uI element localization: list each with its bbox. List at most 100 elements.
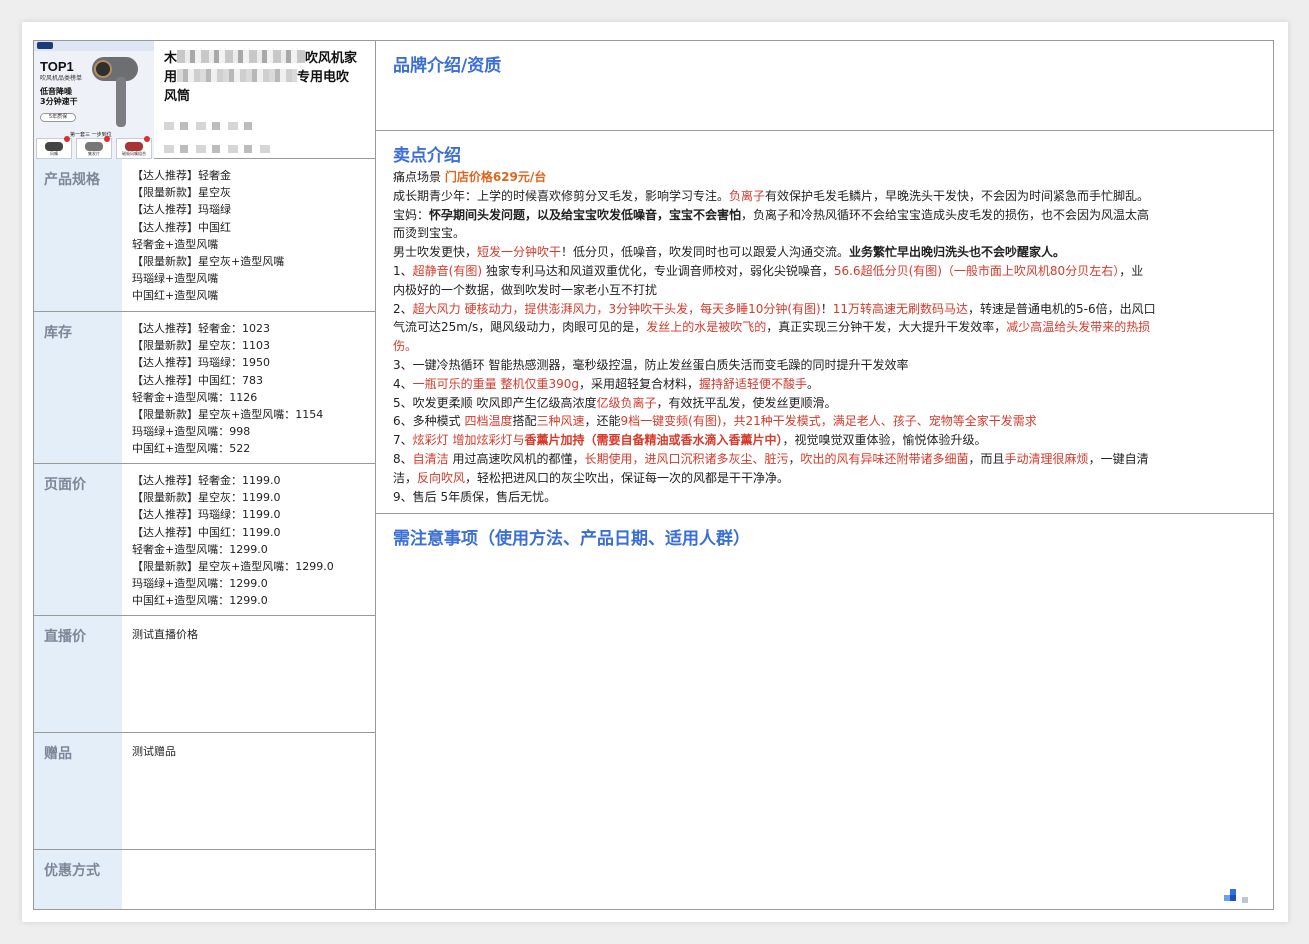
pixel-icon [1242, 897, 1248, 903]
spec-label: 页面价 [34, 464, 122, 615]
store-price: 门店价格629元/台 [444, 170, 547, 184]
text-run: 发丝上的水是被吹飞的 [646, 320, 767, 335]
spec-value: 【限量新款】星空灰：1103 [132, 339, 270, 353]
spec-label: 库存 [34, 312, 122, 463]
spec-value-list: 【达人推荐】轻奢金：1023 【限量新款】星空灰：1103 【达人推荐】玛瑙绿：… [132, 320, 372, 458]
spec-value: 【限量新款】星空灰：1199.0 [132, 491, 281, 505]
gift-box-icon [125, 142, 143, 151]
text-run: 有效保护毛发毛鳞片，早晚洗头干发快，不会因为时间紧急而手忙脚乱。 [765, 188, 1150, 203]
image-line-a: 吹风机品类榜单 [40, 75, 83, 82]
text-run: 11万转高速无刷数码马达 [832, 301, 969, 316]
content-line: 洁，反向吹风，轻松把进风口的灰尘吹出，保证每一次的风都是干干净净。 [393, 469, 1261, 488]
spec-value: 中国红+造型风嘴：522 [132, 442, 251, 456]
spec-label: 赠品 [34, 733, 122, 849]
content-line: 7、炫彩灯 增加炫彩灯与香薰片加持（需要自备精油或香水滴入香薰片中），视觉嗅觉双… [393, 431, 1261, 450]
spec-value: 【达人推荐】玛瑙绿 [132, 203, 231, 217]
content-line: 4、一瓶可乐的重量 整机仅重390g，采用超轻复合材料，握持舒适轻便不酸手。 [393, 375, 1261, 394]
content-line: 成长期青少年：上学的时候喜欢修剪分叉毛发，影响学习专注。负离子有效保护毛发毛鳞片… [393, 187, 1261, 206]
content-line: 伤。 [393, 339, 418, 354]
spec-label: 产品规格 [34, 159, 122, 311]
spec-value-list: 测试赠品 [132, 743, 372, 760]
thumbnail: 磁吸风嘴组合 [116, 136, 152, 159]
content-line: 6、多种模式 四档温度搭配三种风速，还能9档一键变频(有图)，共21种干发模式，… [393, 412, 1261, 431]
product-info-sheet: TOP1 吹风机品类榜单 低音降噪 3分钟速干 5年质保 第一套三 一步到位 风嘴… [33, 40, 1274, 910]
spec-value: 中国红+造型风嘴 [132, 289, 219, 303]
text-run: 反向吹风 [417, 470, 466, 485]
section-selling-points: 卖点介绍 痛点场景 门店价格629元/台 成长期青少年：上学的时候喜欢修剪分叉毛… [376, 131, 1273, 514]
dryer-nozzle-icon [94, 60, 112, 78]
spec-value: 玛瑙绿+造型风嘴：998 [132, 425, 251, 439]
spec-value: 轻奢金+造型风嘴：1126 [132, 390, 258, 404]
text-run: 四档温度 [464, 414, 513, 429]
spec-value: 中国红+造型风嘴：1299.0 [132, 594, 268, 608]
thumbnail-label: 集发片 [88, 151, 100, 156]
redacted-text [164, 122, 254, 130]
text-run: ，负离子和冷热风循环不会给宝宝造成头皮毛发的损伤，也不会因为风温太高 [741, 207, 1150, 222]
text-run: ，真正实现三分钟干发，大大提升干发效率， [766, 320, 1007, 335]
title-prefix: 用 [164, 70, 178, 85]
spec-value: 【达人推荐】中国红 [132, 220, 231, 234]
spec-row-discount: 优惠方式 [34, 850, 376, 909]
spec-row-stock: 库存 【达人推荐】轻奢金：1023 【限量新款】星空灰：1103 【达人推荐】玛… [34, 312, 376, 464]
content-line: 9、售后 5年质保，售后无忧。 [393, 489, 557, 504]
spec-value: 【达人推荐】玛瑙绿：1199.0 [132, 508, 281, 522]
image-top1-text: TOP1 [40, 59, 74, 74]
text-run: ，还能 [584, 414, 621, 429]
selling-points-content: 痛点场景 门店价格629元/台 成长期青少年：上学的时候喜欢修剪分叉毛发，影响学… [393, 168, 1261, 506]
spec-value: 【达人推荐】中国红：783 [132, 373, 263, 387]
spec-row-page-price: 页面价 【达人推荐】轻奢金：1199.0 【限量新款】星空灰：1199.0 【达… [34, 464, 376, 616]
text-run: 6、多种模式 [393, 414, 465, 429]
text-run: 搭配 [512, 414, 537, 429]
text-run: 超静音(有图) [412, 263, 483, 278]
product-image[interactable]: TOP1 吹风机品类榜单 低音降噪 3分钟速干 5年质保 第一套三 一步到位 风嘴… [34, 41, 154, 159]
nozzle-icon [45, 142, 63, 151]
redacted-text [164, 145, 276, 153]
spec-value: 【达人推荐】轻奢金：1023 [132, 322, 270, 335]
text-run: 成长期青少年：上学的时候喜欢修剪分叉毛发，影响学习专注。 [393, 188, 730, 203]
text-run: 。 [807, 376, 820, 391]
spec-value: 玛瑙绿+造型风嘴 [132, 272, 219, 286]
corner-widget-icon[interactable] [1222, 889, 1262, 905]
text-run: ，有效抚平乱发，使发丝更顺滑。 [656, 395, 837, 410]
badge-dot-icon [64, 136, 70, 142]
text-run: 炫彩灯 增加炫彩灯与 [412, 433, 525, 448]
spec-label: 直播价 [34, 616, 122, 732]
text-run: 56.6超低分贝(有图)（一般市面上吹风机80分贝左右） [833, 263, 1120, 278]
text-run: ，业 [1119, 263, 1144, 278]
text-run: ， [788, 451, 801, 466]
section-notes: 需注意事项（使用方法、产品日期、适用人群） [376, 514, 1273, 909]
text-run: 4、 [393, 376, 413, 391]
text-run: ，视觉嗅觉双重体验，愉悦体验升级。 [782, 433, 987, 448]
product-title-line: 用 专用电吹 [164, 68, 360, 87]
text-run: ！低分贝，低噪音，吹发同时也可以跟爱人沟通交流。 [561, 245, 850, 260]
spec-value: 轻奢金+造型风嘴：1299.0 [132, 542, 268, 556]
thumbnail-label: 风嘴 [50, 151, 58, 156]
section-title: 卖点介绍 [393, 146, 461, 166]
content-line: 宝妈：怀孕期间头发问题，以及给宝宝吹发低噪音，宝宝不会害怕，负离子和冷热风循环不… [393, 206, 1261, 225]
spec-row-live-price: 直播价 测试直播价格 [34, 616, 376, 733]
text-run: 长期使用，进风口沉积诸多灰尘、脏污 [584, 451, 789, 466]
content-line: 3、一键冷热循环 智能热感测器，毫秒级控温，防止发丝蛋白质失活而变毛躁的同时提升… [393, 357, 909, 372]
badge-dot-icon [144, 136, 150, 142]
product-title-line: 木 吹风机家 [164, 49, 360, 68]
pixel-icon [1230, 895, 1236, 901]
image-warranty-pill: 5年质保 [40, 113, 76, 122]
text-run: ，轻松把进风口的灰尘吹出，保证每一次的风都是干干净净。 [465, 470, 790, 485]
content-line: 5、吹发更柔顺 吹风即产生亿级高浓度亿级负离子，有效抚平乱发，使发丝更顺滑。 [393, 394, 1261, 413]
text-run: 握持舒适轻便不酸手 [699, 376, 808, 391]
spec-value: 【限量新款】星空灰+造型风嘴：1154 [132, 407, 324, 421]
text-run: 业务繁忙早出晚归洗头也不会吵醒家人。 [849, 245, 1066, 260]
content-line: 2、超大风力 硬核动力，提供澎湃风力，3分钟吹干头发，每天多睡10分钟(有图)！… [393, 300, 1261, 319]
spec-value: 【限量新款】星空灰 [132, 186, 231, 200]
redacted-text [177, 69, 298, 82]
text-run: 7、 [393, 433, 413, 448]
text-run: 用过高速吹风机的都懂， [448, 451, 585, 466]
text-run: 吹出的风有异味还附带诸多细菌 [800, 451, 969, 466]
image-line-c: 3分钟速干 [40, 97, 78, 106]
product-title[interactable]: 木 吹风机家 用 专用电吹 风筒 [164, 49, 360, 106]
text-run: 自清洁 [412, 451, 449, 466]
text-run: 8、 [393, 451, 413, 466]
content-line: 气流可达25m/s，飓风级动力，肉眼可见的是，发丝上的水是被吹飞的，真正实现三分… [393, 318, 1261, 337]
text-run: 短发一分钟吹干 [477, 245, 562, 260]
spec-value: 玛瑙绿+造型风嘴：1299.0 [132, 577, 268, 591]
